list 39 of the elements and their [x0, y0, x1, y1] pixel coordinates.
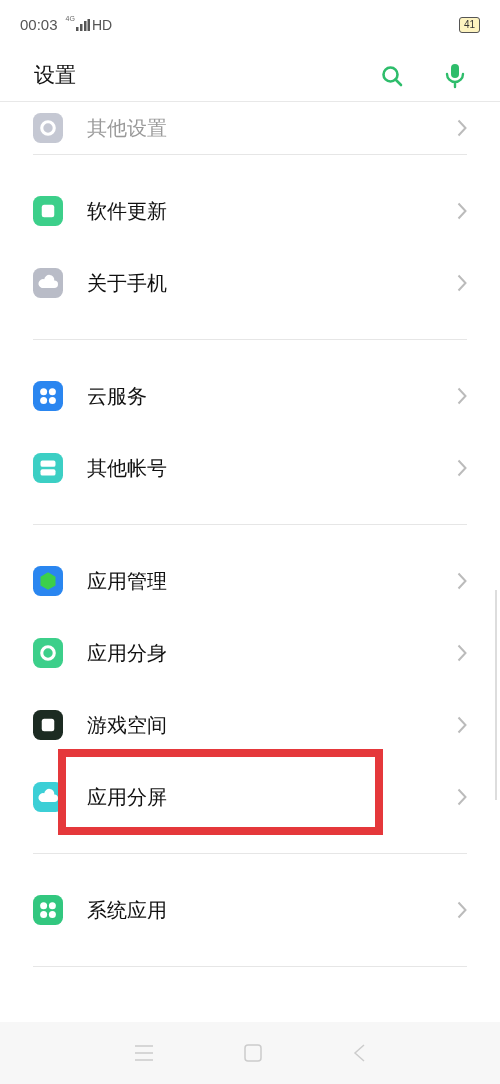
- chevron-icon: [457, 119, 467, 137]
- settings-item[interactable]: 云服务: [33, 360, 467, 432]
- settings-item[interactable]: 游戏空间: [33, 689, 467, 761]
- chevron-icon: [457, 716, 467, 734]
- status-time: 00:03: [20, 14, 58, 35]
- settings-item[interactable]: 应用分身: [33, 617, 467, 689]
- signal-icon: [75, 19, 90, 31]
- page-title: 设置: [34, 61, 76, 89]
- chevron-icon: [457, 387, 467, 405]
- chevron-icon: [457, 202, 467, 220]
- chevron-icon: [457, 901, 467, 919]
- item-label: 其他帐号: [87, 455, 167, 482]
- item-label: 应用分身: [87, 640, 167, 667]
- item-label: 系统应用: [87, 897, 167, 924]
- menu-icon[interactable]: [135, 1045, 154, 1061]
- search-icon[interactable]: [380, 63, 404, 88]
- item-label: 其他设置: [87, 115, 167, 142]
- settings-item[interactable]: 软件更新: [33, 175, 467, 247]
- back-icon[interactable]: [352, 1044, 365, 1062]
- chevron-icon: [457, 788, 467, 806]
- settings-item[interactable]: 应用分屏: [33, 761, 467, 833]
- item-label: 应用管理: [87, 568, 167, 595]
- settings-item[interactable]: 系统应用: [33, 874, 467, 946]
- item-label: 云服务: [87, 383, 147, 410]
- microphone-icon[interactable]: [444, 62, 466, 89]
- chevron-icon: [457, 644, 467, 662]
- item-label: 游戏空间: [87, 712, 167, 739]
- chevron-icon: [457, 459, 467, 477]
- hd-label: HD: [91, 15, 113, 35]
- home-icon[interactable]: [244, 1044, 262, 1062]
- chevron-icon: [457, 572, 467, 590]
- settings-item[interactable]: 关于手机: [33, 247, 467, 319]
- chevron-icon: [457, 274, 467, 292]
- item-label: 关于手机: [87, 270, 167, 297]
- battery-indicator: 41: [458, 17, 480, 33]
- item-label: 软件更新: [87, 198, 167, 225]
- settings-item[interactable]: 应用管理: [33, 545, 467, 617]
- item-label: 应用分屏: [87, 784, 167, 811]
- settings-item[interactable]: 其他帐号: [33, 432, 467, 504]
